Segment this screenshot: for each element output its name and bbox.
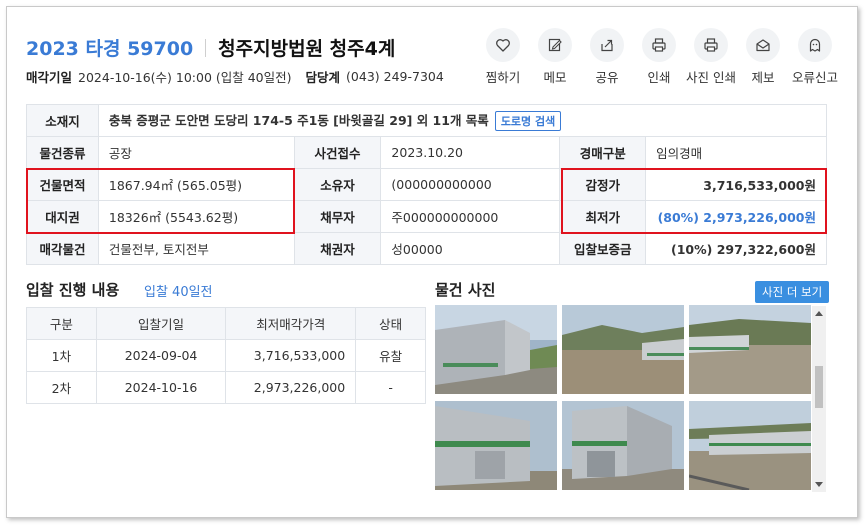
share-icon [590, 28, 624, 62]
location-value: 충북 증평군 도안면 도당리 174-5 주1동 [바윗골길 29] 외 11개… [108, 113, 489, 128]
sale-items-label: 매각물건 [26, 232, 99, 265]
property-photo[interactable] [435, 401, 557, 490]
scroll-up-icon[interactable] [815, 311, 823, 316]
sale-items-value: 건물전부, 토지전부 [97, 232, 295, 265]
type-value: 공장 [97, 136, 295, 169]
sale-meta: 매각기일 2024-10-16(수) 10:00 (입찰 40일전) 담당계 (… [26, 67, 444, 86]
price-cell: 2,973,226,000 [225, 371, 357, 404]
date-cell: 2024-10-16 [95, 371, 227, 404]
property-photo[interactable] [689, 305, 811, 394]
print-icon [642, 28, 676, 62]
error-report-label: 오류신고 [791, 70, 838, 85]
favorite-label: 찜하기 [485, 70, 521, 85]
owner-label: 소유자 [293, 168, 382, 201]
report-label: 제보 [751, 70, 775, 85]
share-label: 공유 [595, 70, 619, 85]
bid-section-title: 입찰 진행 내용 [26, 281, 120, 299]
bid-section-subtitle: 입찰 40일전 [144, 285, 213, 300]
case-number: 2023 타경 59700 [26, 38, 194, 60]
price-cell: 3,716,533,000 [225, 339, 357, 372]
print-photo-button[interactable]: 사진 인쇄 [685, 28, 737, 86]
deposit-value: (10%) 297,322,600원 [645, 232, 827, 265]
photo-gallery [433, 305, 828, 493]
more-photos-button[interactable]: 사진 더 보기 [755, 281, 830, 303]
court-name: 청주지방법원 청주4계 [218, 38, 396, 60]
sale-date-value: 2024-10-16(수) 10:00 (입찰 40일전) [78, 70, 292, 85]
report-button[interactable]: 제보 [737, 28, 789, 86]
bid-history-table: 구분 입찰기일 최저매각가격 상태 1차 2024-09-04 3,716,53… [26, 307, 426, 404]
photo-section-title: 물건 사진 [435, 281, 496, 299]
property-photo[interactable] [562, 305, 684, 394]
status-cell: 유찰 [355, 339, 426, 372]
highlight-price-box [561, 168, 827, 234]
share-button[interactable]: 공유 [581, 28, 633, 86]
memo-label: 메모 [543, 70, 567, 85]
debtor-label: 채무자 [293, 200, 382, 233]
auction-type-value: 임의경매 [645, 136, 827, 169]
status-cell: - [355, 371, 426, 404]
sale-date-label: 매각기일 [26, 70, 73, 85]
property-photo[interactable] [435, 305, 557, 394]
heart-icon [486, 28, 520, 62]
ghost-icon [798, 28, 832, 62]
round-cell: 2차 [26, 371, 97, 404]
print-photo-label: 사진 인쇄 [686, 70, 736, 85]
scroll-thumb[interactable] [815, 366, 823, 408]
property-photo[interactable] [689, 401, 811, 490]
mail-icon [746, 28, 780, 62]
edit-icon [538, 28, 572, 62]
owner-value: (000000000000 [380, 168, 561, 201]
action-bar: 찜하기 메모 공유 인쇄 사진 인쇄 제보 오류신고 [477, 28, 841, 86]
dept-label: 담당계 [305, 70, 341, 85]
favorite-button[interactable]: 찜하기 [477, 28, 529, 86]
auction-type-label: 경매구분 [559, 136, 647, 169]
col-header: 구분 [26, 307, 97, 340]
error-report-button[interactable]: 오류신고 [789, 28, 841, 86]
deposit-label: 입찰보증금 [559, 232, 647, 265]
print-icon [694, 28, 728, 62]
receipt-label: 사건접수 [293, 136, 382, 169]
highlight-area-box [26, 168, 295, 234]
round-cell: 1차 [26, 339, 97, 372]
debtor-value: 주000000000000 [380, 200, 561, 233]
property-photo[interactable] [562, 401, 684, 490]
creditor-value: 성00000 [380, 232, 561, 265]
print-button[interactable]: 인쇄 [633, 28, 685, 86]
type-label: 물건종류 [26, 136, 99, 169]
location-cell: 충북 증평군 도안면 도당리 174-5 주1동 [바윗골길 29] 외 11개… [97, 104, 828, 137]
photo-scrollbar[interactable] [812, 306, 826, 492]
table-row: 2차 2024-10-16 2,973,226,000 - [26, 371, 426, 404]
table-row: 1차 2024-09-04 3,716,533,000 유찰 [26, 339, 426, 372]
col-header: 최저매각가격 [225, 307, 357, 340]
date-cell: 2024-09-04 [95, 339, 227, 372]
memo-button[interactable]: 메모 [529, 28, 581, 86]
title-divider [205, 38, 207, 57]
col-header: 상태 [355, 307, 426, 340]
scroll-down-icon[interactable] [815, 482, 823, 487]
road-search-button[interactable]: 도로명 검색 [494, 111, 562, 131]
location-label: 소재지 [26, 104, 99, 137]
receipt-value: 2023.10.20 [380, 136, 561, 169]
title-row: 2023 타경 59700 청주지방법원 청주4계 [26, 34, 395, 61]
col-header: 입찰기일 [95, 307, 227, 340]
print-label: 인쇄 [647, 70, 671, 85]
creditor-label: 채권자 [293, 232, 382, 265]
dept-value: (043) 249-7304 [346, 69, 444, 84]
